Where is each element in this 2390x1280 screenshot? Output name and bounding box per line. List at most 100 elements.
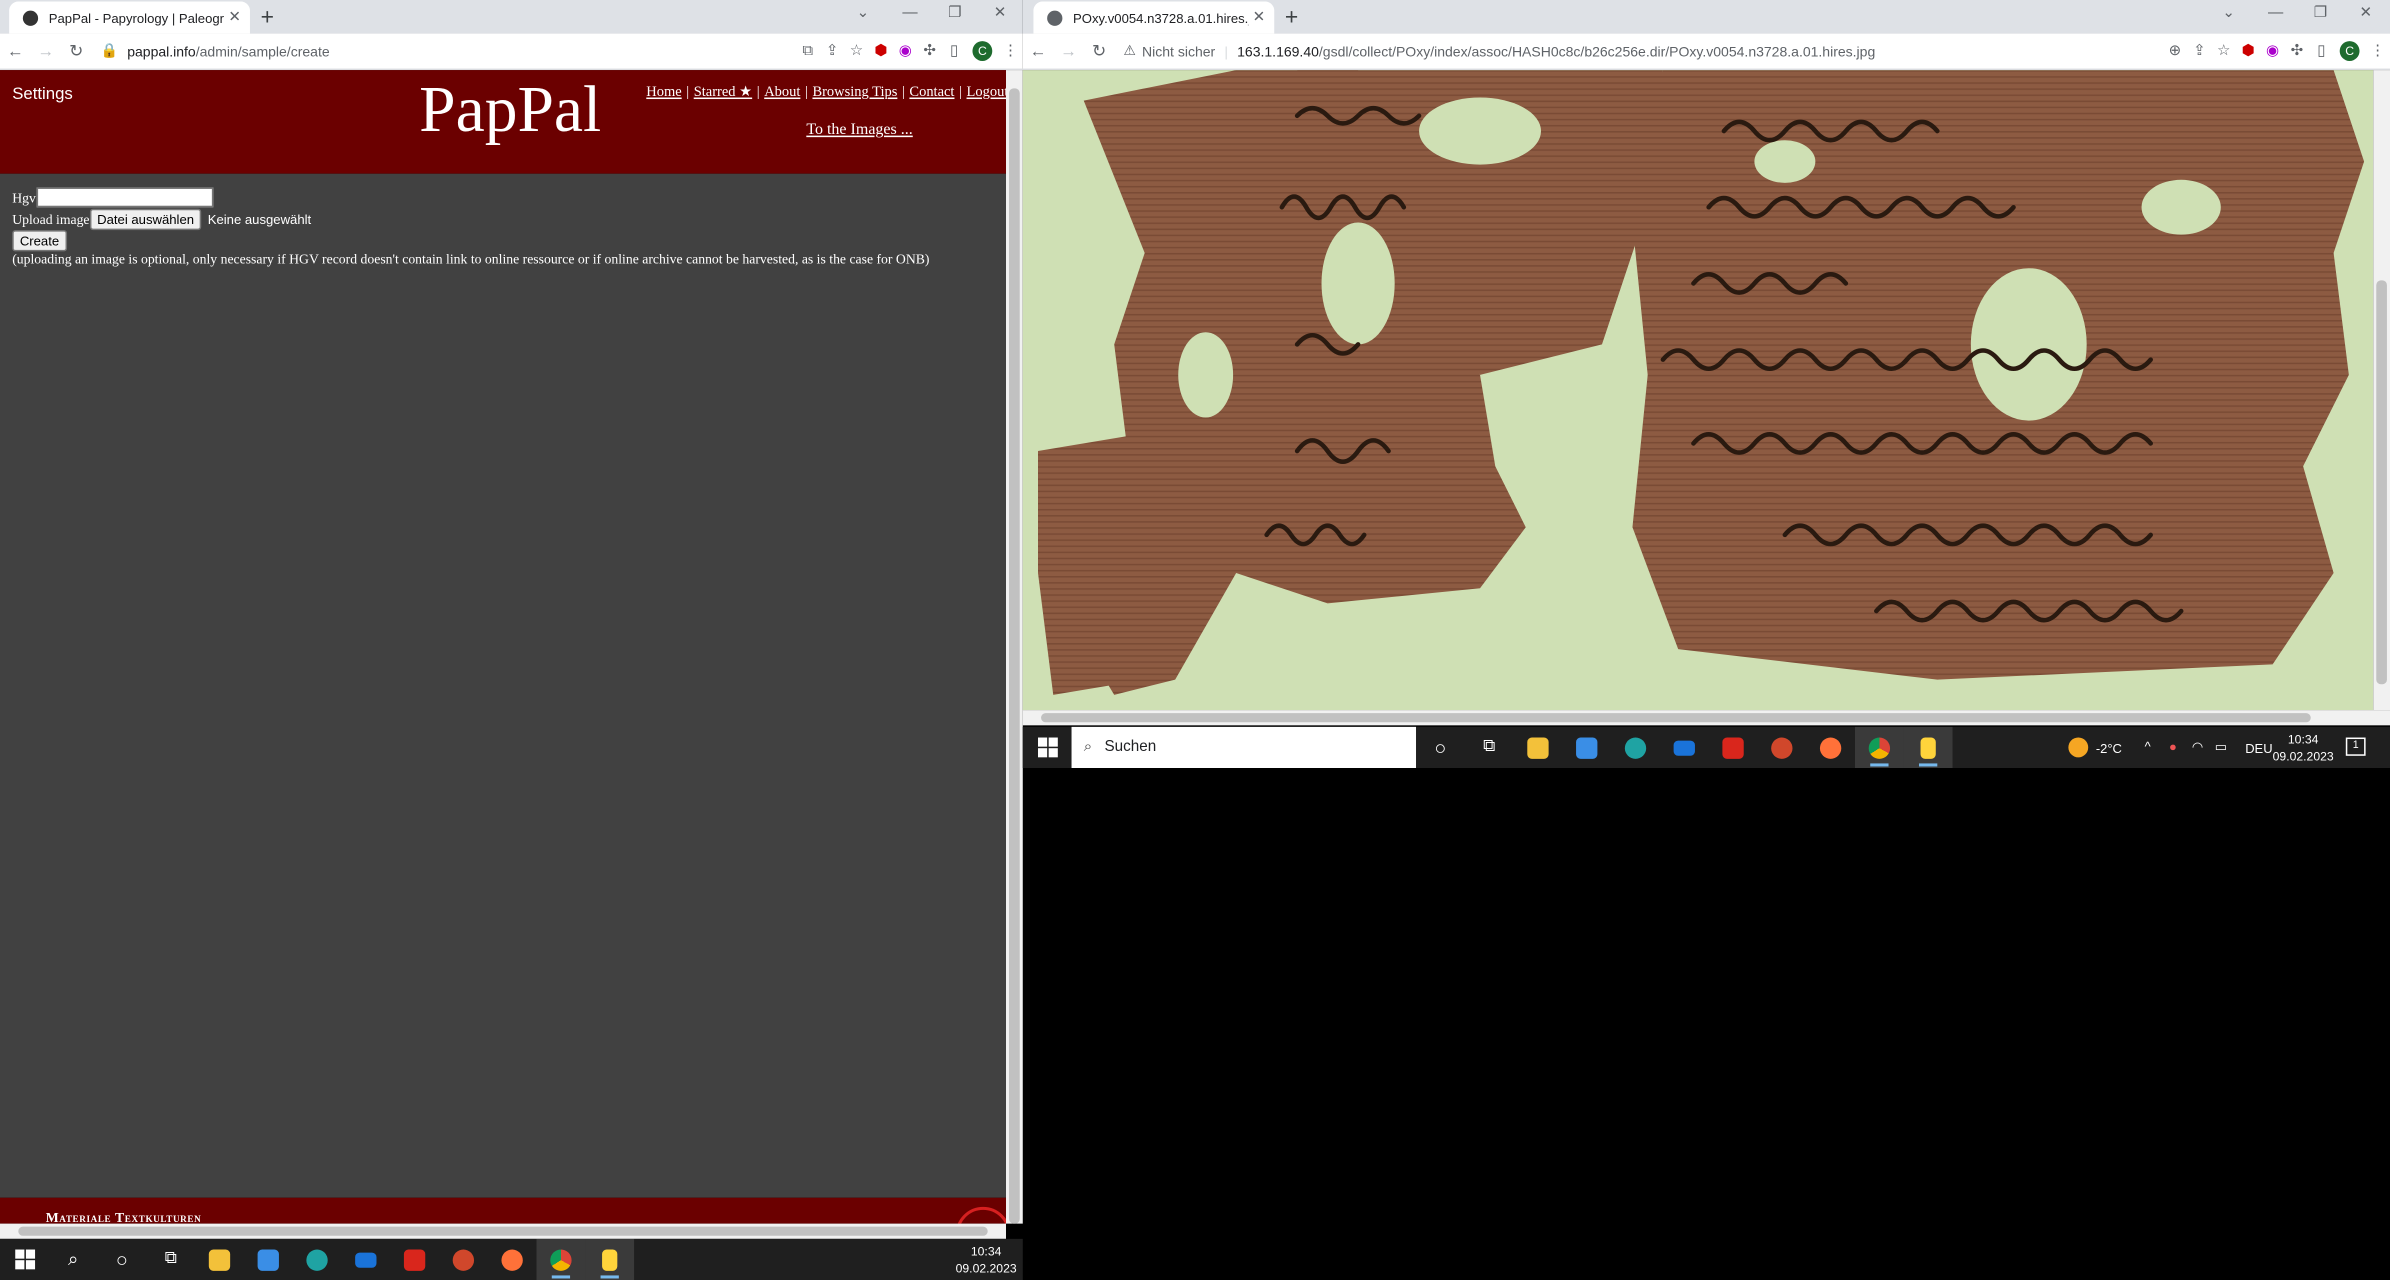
nav-browsing-tips[interactable]: Browsing Tips	[812, 85, 897, 100]
menu-icon[interactable]: ⋮	[998, 43, 1022, 60]
extensions-puzzle-icon[interactable]: ✣	[2285, 43, 2309, 60]
tab-search-icon[interactable]: ⌄	[857, 5, 870, 22]
powerpoint-icon[interactable]	[1757, 727, 1806, 768]
minimize-icon[interactable]: —	[2268, 5, 2283, 22]
left-clock[interactable]: 10:34 09.02.2023	[956, 1243, 1017, 1277]
choose-file-button[interactable]: Datei auswählen	[89, 208, 202, 231]
left-vertical-scrollbar[interactable]	[1005, 70, 1023, 1224]
address-bar[interactable]: ⚠ Nicht sicher | 163.1.169.40/gsdl/colle…	[1114, 36, 2163, 66]
right-vertical-scrollbar[interactable]	[2373, 70, 2390, 711]
file-explorer-icon[interactable]	[1514, 727, 1563, 768]
edge-icon[interactable]	[293, 1239, 342, 1280]
extensions-puzzle-icon[interactable]: ✣	[918, 43, 942, 60]
tab-search-icon[interactable]: ⌄	[2222, 5, 2235, 22]
edge-icon[interactable]	[1611, 727, 1660, 768]
profile-avatar[interactable]: C	[972, 41, 993, 61]
restore-icon[interactable]: ❐	[2314, 5, 2328, 22]
left-horizontal-scrollbar[interactable]	[0, 1223, 1006, 1239]
translate-icon[interactable]: ⧉	[796, 43, 820, 60]
new-tab-icon[interactable]: +	[1285, 6, 1298, 29]
start-button[interactable]	[0, 1239, 49, 1280]
chrome-icon[interactable]	[1854, 726, 1904, 769]
right-hscroll-thumb[interactable]	[1041, 713, 2311, 723]
tray-app-icon[interactable]: ●	[2169, 739, 2177, 754]
to-the-images-link[interactable]: To the Images ...	[806, 122, 912, 139]
extension-shield-icon[interactable]: ⬢	[2236, 43, 2260, 60]
side-panel-icon[interactable]: ▯	[942, 43, 966, 60]
close-window-icon[interactable]: ✕	[2360, 5, 2373, 22]
restore-icon[interactable]: ❐	[948, 5, 962, 22]
taskbar-search-box[interactable]: ⌕ Suchen	[1071, 726, 1417, 769]
settings-link[interactable]: Settings	[12, 85, 73, 103]
profile-avatar[interactable]: C	[2339, 41, 2360, 61]
cortana-icon[interactable]: ○	[98, 1239, 147, 1280]
weather-sun-icon[interactable]	[2068, 737, 2089, 758]
close-tab-icon[interactable]: ✕	[224, 9, 245, 26]
extension-ublock-icon[interactable]: ◉	[2260, 43, 2284, 60]
start-button[interactable]	[1023, 727, 1072, 768]
mail-icon[interactable]	[341, 1239, 390, 1280]
share-icon[interactable]: ⇪	[820, 43, 844, 60]
extension-ublock-icon[interactable]: ◉	[893, 43, 917, 60]
acrobat-icon[interactable]	[1709, 727, 1758, 768]
weather-temperature[interactable]: -2°C	[2096, 741, 2122, 756]
task-view-icon[interactable]: ⧉	[1465, 727, 1514, 768]
zoom-icon[interactable]: ⊕	[2163, 43, 2187, 60]
acrobat-icon[interactable]	[390, 1239, 439, 1280]
back-icon[interactable]: ←	[0, 42, 30, 60]
chrome-icon[interactable]	[536, 1238, 586, 1280]
security-label[interactable]: Nicht sicher	[1142, 43, 1215, 58]
side-panel-icon[interactable]: ▯	[2309, 43, 2333, 60]
minimize-icon[interactable]: —	[902, 5, 917, 22]
close-window-icon[interactable]: ✕	[994, 5, 1007, 22]
share-icon[interactable]: ⇪	[2187, 43, 2211, 60]
right-tab-strip: POxy.v0054.n3728.a.01.hires.jpg ✕ + ⌄ — …	[1022, 0, 2390, 34]
tab-poxy-image[interactable]: POxy.v0054.n3728.a.01.hires.jpg ✕	[1033, 1, 1275, 34]
new-tab-icon[interactable]: +	[261, 6, 274, 29]
hgv-input[interactable]	[35, 187, 213, 208]
right-horizontal-scrollbar[interactable]	[1022, 710, 2390, 726]
python-idle-icon[interactable]	[585, 1238, 635, 1280]
create-button[interactable]: Create	[12, 230, 67, 252]
forward-icon[interactable]: →	[30, 42, 60, 60]
mail-icon[interactable]	[1660, 727, 1709, 768]
battery-icon[interactable]: ▭	[2215, 739, 2227, 756]
tray-chevron-icon[interactable]: ^	[2145, 739, 2151, 754]
papyrus-image[interactable]	[1022, 70, 2374, 711]
left-hscroll-thumb[interactable]	[18, 1226, 988, 1236]
close-tab-icon[interactable]: ✕	[1248, 9, 1269, 26]
nav-about[interactable]: About	[764, 85, 800, 100]
store-icon[interactable]	[244, 1239, 293, 1280]
right-vscroll-thumb[interactable]	[2376, 280, 2387, 685]
forward-icon[interactable]: →	[1053, 42, 1083, 60]
search-icon[interactable]: ⌕	[49, 1239, 98, 1280]
powerpoint-icon[interactable]	[439, 1239, 488, 1280]
task-view-icon[interactable]: ⧉	[146, 1239, 195, 1280]
menu-icon[interactable]: ⋮	[2366, 43, 2390, 60]
bookmark-star-icon[interactable]: ☆	[844, 43, 868, 60]
file-explorer-icon[interactable]	[195, 1239, 244, 1280]
notification-center-icon[interactable]: 1	[2345, 737, 2366, 756]
extension-shield-icon[interactable]: ⬢	[869, 43, 893, 60]
nav-logout[interactable]: Logout	[967, 85, 1009, 100]
reload-icon[interactable]: ↻	[61, 41, 91, 61]
nav-contact[interactable]: Contact	[909, 85, 954, 100]
tab-pappal[interactable]: PapPal - Papyrology | Paleograph ✕	[9, 1, 250, 34]
bookmark-star-icon[interactable]: ☆	[2212, 43, 2236, 60]
wifi-icon[interactable]: ◠	[2192, 739, 2203, 756]
nav-starred[interactable]: Starred ★	[694, 85, 752, 100]
left-clock-time: 10:34	[970, 1244, 1002, 1259]
input-language[interactable]: DEU	[2245, 741, 2272, 756]
firefox-icon[interactable]	[1806, 727, 1855, 768]
firefox-icon[interactable]	[488, 1239, 537, 1280]
address-bar[interactable]: 🔒 pappal.info/admin/sample/create	[91, 36, 795, 66]
left-vscroll-thumb[interactable]	[1009, 88, 1020, 1224]
nav-home[interactable]: Home	[646, 85, 681, 100]
python-idle-icon[interactable]	[1903, 726, 1953, 769]
reload-icon[interactable]: ↻	[1084, 41, 1114, 61]
pappal-logo[interactable]: PapPal	[419, 73, 601, 148]
right-clock[interactable]: 10:34 09.02.2023	[2273, 731, 2334, 765]
store-icon[interactable]	[1562, 727, 1611, 768]
cortana-icon[interactable]: ○	[1416, 727, 1465, 768]
back-icon[interactable]: ←	[1023, 42, 1053, 60]
